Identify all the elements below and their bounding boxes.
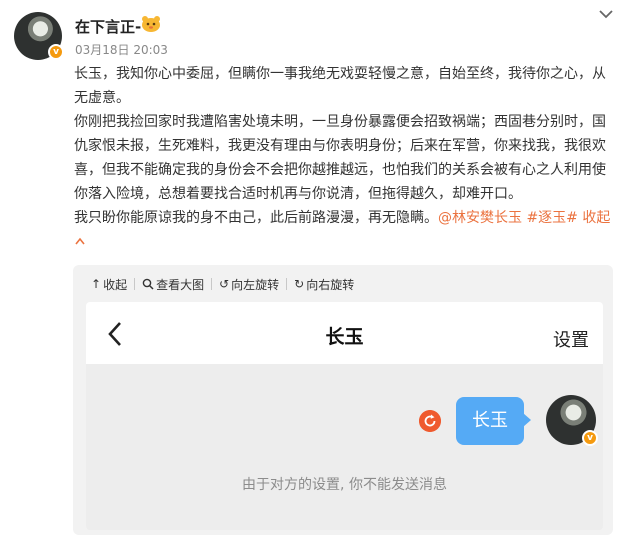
- mention-link[interactable]: @林安樊长玉: [438, 210, 522, 226]
- chevron-up-icon[interactable]: [74, 236, 86, 246]
- toolbar-divider: [134, 278, 136, 290]
- chat-settings: 设置: [553, 330, 589, 351]
- view-large-button[interactable]: 查看大图: [142, 276, 204, 293]
- media-viewer: ↑ 收起 查看大图 ↺ 向左旋转 ↻ 向右旋转 长玉 设置 长玉 v 由于对方的…: [73, 265, 613, 535]
- post-header: v 在下言正- 03月18日 20:03: [0, 0, 632, 60]
- topic-link[interactable]: #逐玉#: [526, 210, 577, 226]
- verified-badge-icon: v: [48, 44, 64, 60]
- rotate-right-label: 向右旋转: [306, 277, 355, 292]
- collapse-label: 收起: [103, 277, 128, 292]
- rotate-left-button[interactable]: ↺ 向左旋转: [219, 276, 279, 293]
- chat-nav-bar: 长玉 设置: [86, 302, 603, 364]
- message-bubble: 长玉: [456, 397, 524, 445]
- collapse-text-link[interactable]: 收起: [582, 210, 610, 226]
- arrow-up-icon: ↑: [91, 277, 102, 291]
- collapse-button[interactable]: ↑ 收起: [91, 276, 127, 293]
- chat-title: 长玉: [325, 326, 364, 348]
- fan-badge-icon: [142, 16, 160, 32]
- view-large-label: 查看大图: [156, 277, 205, 292]
- post-text: 长玉，我知你心中委屈，但瞒你一事我绝无戏耍轻慢之意，自始至终，我待你之心，从无虚…: [74, 62, 614, 230]
- post-time[interactable]: 03月18日 20:03: [75, 41, 168, 58]
- rotate-left-label: 向左旋转: [231, 277, 280, 292]
- toolbar-divider: [211, 278, 213, 290]
- toolbar-divider: [286, 278, 288, 290]
- verified-badge-icon: v: [582, 430, 598, 446]
- post-last-line: 我只盼你能原谅我的身不由己，此后前路漫漫，再无隐瞒。: [74, 210, 438, 226]
- search-icon: [142, 278, 154, 290]
- author-name[interactable]: 在下言正-: [75, 16, 141, 37]
- resend-icon: [419, 410, 441, 432]
- rotate-left-icon: ↺: [219, 277, 230, 291]
- system-notice: 由于对方的设置, 你不能发送消息: [242, 477, 447, 493]
- bubble-tail: [523, 413, 531, 427]
- chat-screenshot[interactable]: 长玉 设置 长玉 v 由于对方的设置, 你不能发送消息: [86, 302, 603, 530]
- chat-avatar: v: [546, 395, 598, 446]
- rotate-right-button[interactable]: ↻ 向右旋转: [294, 276, 354, 293]
- media-toolbar: ↑ 收起 查看大图 ↺ 向左旋转 ↻ 向右旋转: [91, 274, 354, 294]
- post-paragraph: 长玉，我知你心中委屈，但瞒你一事我绝无戏耍轻慢之意，自始至终，我待你之心，从无虚…: [74, 66, 606, 106]
- post-paragraph-last: 我只盼你能原谅我的身不由己，此后前路漫漫，再无隐瞒。@林安樊长玉 #逐玉# 收起: [74, 206, 614, 230]
- chevron-down-icon[interactable]: [598, 8, 614, 20]
- rotate-right-icon: ↻: [294, 277, 305, 291]
- post-paragraph: 你刚把我捡回家时我遭陷害处境未明，一旦身份暴露便会招致祸端；西固巷分别时，国仇家…: [74, 114, 606, 202]
- author-avatar[interactable]: v: [14, 12, 64, 60]
